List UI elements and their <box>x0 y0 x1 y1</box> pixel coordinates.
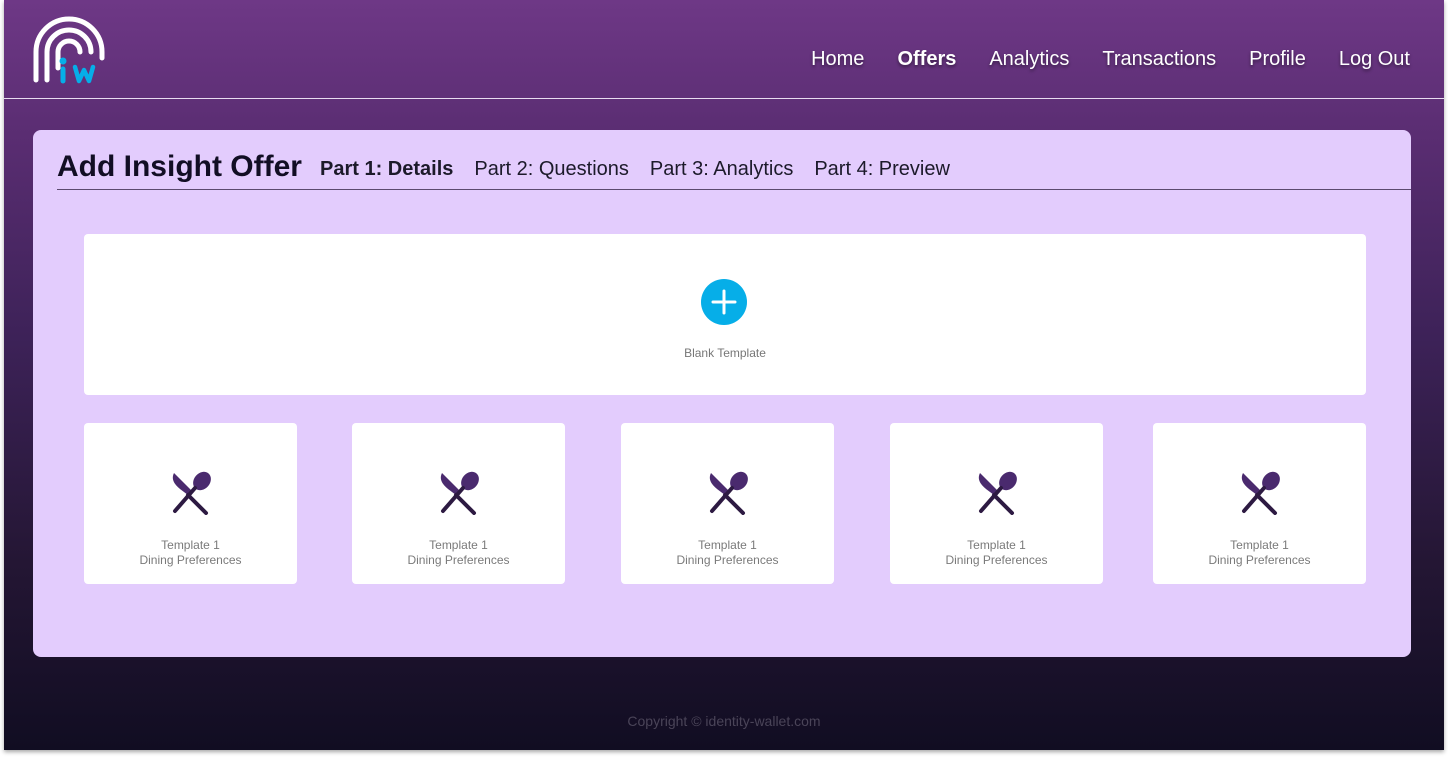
fork-spoon-icon <box>440 471 479 515</box>
template-category: Dining Preferences <box>407 553 510 567</box>
nav-logout-link[interactable]: Log Out <box>1339 48 1410 71</box>
nav-transactions-link[interactable]: Transactions <box>1102 48 1216 71</box>
fork-spoon-icon <box>978 471 1017 515</box>
template-label: Template 1 Dining Preferences <box>621 538 834 568</box>
template-card[interactable]: Template 1 Dining Preferences <box>890 423 1103 584</box>
nav-analytics-link[interactable]: Analytics <box>989 48 1069 71</box>
blank-template-card[interactable]: Blank Template <box>84 234 1366 395</box>
plus-circle-icon[interactable] <box>701 279 747 325</box>
tab-part-1-details[interactable]: Part 1: Details <box>320 158 453 181</box>
tabs-divider <box>57 189 1411 190</box>
tab-part-4-preview[interactable]: Part 4: Preview <box>814 158 950 181</box>
fork-spoon-icon <box>1241 471 1280 515</box>
template-label: Template 1 Dining Preferences <box>352 538 565 568</box>
blank-template-label: Blank Template <box>684 346 766 360</box>
template-card[interactable]: Template 1 Dining Preferences <box>1153 423 1366 584</box>
template-name: Template 1 <box>1230 538 1289 552</box>
app-frame: Home Offers Analytics Transactions Profi… <box>4 0 1444 750</box>
nav-home-link[interactable]: Home <box>811 48 864 71</box>
tab-part-2-questions[interactable]: Part 2: Questions <box>474 158 629 181</box>
template-name: Template 1 <box>698 538 757 552</box>
template-category: Dining Preferences <box>945 553 1048 567</box>
template-card[interactable]: Template 1 Dining Preferences <box>621 423 834 584</box>
fingerprint-logo-icon[interactable] <box>31 14 107 86</box>
template-card[interactable]: Template 1 Dining Preferences <box>84 423 297 584</box>
fork-spoon-icon <box>172 471 211 515</box>
template-card[interactable]: Template 1 Dining Preferences <box>352 423 565 584</box>
template-name: Template 1 <box>161 538 220 552</box>
nav-profile-link[interactable]: Profile <box>1249 48 1306 71</box>
fork-spoon-icon <box>709 471 748 515</box>
template-label: Template 1 Dining Preferences <box>1153 538 1366 568</box>
offer-builder-panel: Add Insight Offer Part 1: Details Part 2… <box>33 130 1411 657</box>
footer-copyright: Copyright © identity-wallet.com <box>627 713 821 729</box>
tab-part-3-analytics[interactable]: Part 3: Analytics <box>650 158 793 181</box>
header-divider <box>4 98 1444 99</box>
main-nav: Home Offers Analytics Transactions Profi… <box>811 48 1410 71</box>
step-tabs: Part 1: Details Part 2: Questions Part 3… <box>320 158 950 181</box>
nav-offers-link[interactable]: Offers <box>897 48 956 71</box>
template-category: Dining Preferences <box>139 553 242 567</box>
template-category: Dining Preferences <box>676 553 779 567</box>
template-label: Template 1 Dining Preferences <box>890 538 1103 568</box>
template-name: Template 1 <box>429 538 488 552</box>
template-category: Dining Preferences <box>1208 553 1311 567</box>
template-name: Template 1 <box>967 538 1026 552</box>
template-label: Template 1 Dining Preferences <box>84 538 297 568</box>
page-title: Add Insight Offer <box>57 150 302 183</box>
